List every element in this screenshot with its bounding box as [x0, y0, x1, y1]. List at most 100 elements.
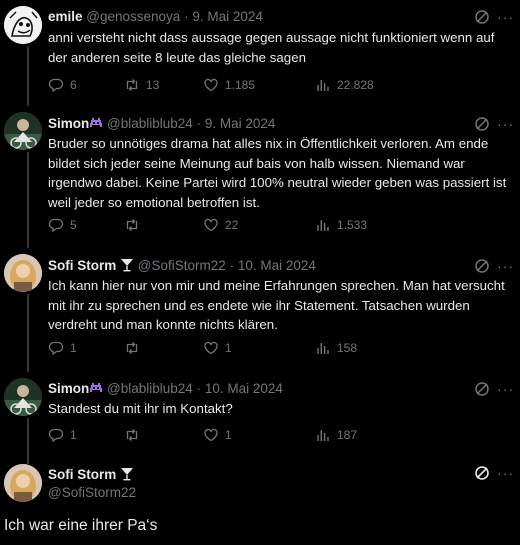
- retweet-icon: [126, 219, 138, 231]
- tweet-actions: 1 1 187: [48, 427, 518, 445]
- tweet-actions: 5 22 1.533: [48, 217, 518, 235]
- more-options-icon[interactable]: ···: [497, 382, 514, 396]
- author-handle[interactable]: @genossenoya: [86, 9, 180, 24]
- views-icon: [317, 430, 329, 441]
- view-count: 22.828: [337, 78, 374, 92]
- views-button[interactable]: 158: [315, 340, 357, 356]
- retweet-button[interactable]: 13: [124, 77, 159, 93]
- like-count: 1: [225, 341, 232, 355]
- like-button[interactable]: 1: [203, 340, 232, 356]
- reply-icon: [48, 78, 64, 93]
- reply-count: 1: [70, 341, 77, 355]
- avatar[interactable]: [4, 112, 42, 150]
- reply-icon: [48, 218, 64, 233]
- main-tweet[interactable]: Sofi Storm @SofiStorm22 ··· Ich war eine…: [0, 460, 520, 545]
- separator: ·: [196, 381, 202, 396]
- author-name[interactable]: Simon: [48, 116, 89, 131]
- separator: ·: [184, 9, 189, 24]
- tweet-header: Simon @blabliblub24 · 9. Mai 2024: [48, 115, 275, 133]
- avatar[interactable]: [4, 378, 42, 416]
- author-handle[interactable]: @SofiStorm22: [138, 258, 226, 273]
- like-count: 1: [225, 428, 232, 442]
- timestamp[interactable]: 10. Mai 2024: [205, 381, 283, 396]
- like-button[interactable]: 22: [203, 217, 238, 233]
- author-name[interactable]: Sofi Storm: [48, 258, 116, 273]
- like-count: 22: [225, 218, 239, 232]
- cocktail-glass-emoji-icon: [120, 467, 134, 481]
- author-name[interactable]: Simon: [48, 381, 89, 396]
- avatar[interactable]: [4, 6, 42, 44]
- reply-tweet[interactable]: Simon @blabliblub24 · 10. Mai 2024 ··· S…: [0, 372, 520, 460]
- more-options-icon[interactable]: ···: [497, 10, 514, 24]
- reply-button[interactable]: 5: [48, 217, 77, 233]
- author-handle[interactable]: @blabliblub24: [107, 381, 193, 396]
- retweet-icon: [126, 79, 138, 91]
- views-icon: [317, 343, 329, 354]
- more-options-icon[interactable]: ···: [497, 117, 514, 131]
- view-count: 187: [337, 428, 358, 442]
- reply-count: 5: [70, 218, 77, 232]
- author-name[interactable]: Sofi Storm: [48, 467, 116, 482]
- retweet-count: 13: [146, 78, 160, 92]
- like-button[interactable]: 1.185: [203, 77, 255, 93]
- retweet-icon: [126, 429, 138, 441]
- tweet-text: Ich kann hier nur von mir und meine Erfa…: [48, 278, 505, 332]
- view-count: 1.533: [337, 218, 368, 232]
- views-button[interactable]: 22.828: [315, 77, 374, 93]
- reply-icon: [48, 428, 64, 443]
- reply-tweet[interactable]: Sofi Storm @SofiStorm22 · 10. Mai 2024 ·…: [0, 248, 520, 374]
- heart-icon: [204, 218, 218, 232]
- grok-icon[interactable]: [474, 116, 490, 132]
- tweet-text: anni versteht nicht dass aussage gegen a…: [48, 30, 495, 65]
- avatar[interactable]: [4, 254, 42, 292]
- alien-monster-emoji-icon: [89, 116, 103, 130]
- timestamp[interactable]: 9. Mai 2024: [192, 9, 263, 24]
- views-button[interactable]: 1.533: [315, 217, 367, 233]
- grok-icon[interactable]: [474, 258, 490, 274]
- retweet-button[interactable]: [124, 217, 146, 233]
- heart-icon: [204, 428, 218, 442]
- reply-icon: [48, 341, 64, 356]
- retweet-button[interactable]: [124, 340, 146, 356]
- grok-icon[interactable]: [474, 381, 490, 397]
- views-icon: [317, 80, 329, 91]
- tweet-actions: 6 13 1.185 22.828: [48, 77, 518, 95]
- author-handle[interactable]: @SofiStorm22: [48, 484, 136, 502]
- author-handle[interactable]: @blabliblub24: [107, 116, 193, 131]
- grok-icon[interactable]: [474, 465, 490, 481]
- tweet-text: Bruder so unnötiges drama hat alles nix …: [48, 136, 507, 210]
- like-count: 1.185: [225, 78, 256, 92]
- separator: ·: [229, 258, 235, 273]
- grok-icon[interactable]: [474, 9, 490, 25]
- timestamp[interactable]: 10. Mai 2024: [238, 258, 316, 273]
- reply-count: 6: [70, 78, 77, 92]
- alien-monster-emoji-icon: [89, 381, 103, 395]
- reply-button[interactable]: 6: [48, 77, 77, 93]
- reply-button[interactable]: 1: [48, 340, 77, 356]
- reply-tweet[interactable]: emile @genossenoya · 9. Mai 2024 ··· ann…: [0, 0, 520, 106]
- separator: ·: [196, 116, 202, 131]
- tweet-header: Sofi Storm @SofiStorm22 · 10. Mai 2024: [48, 257, 316, 275]
- author-name[interactable]: emile: [48, 9, 83, 24]
- cocktail-glass-emoji-icon: [120, 258, 134, 272]
- like-button[interactable]: 1: [203, 427, 232, 443]
- view-count: 158: [337, 341, 358, 355]
- heart-icon: [204, 341, 218, 355]
- heart-icon: [204, 78, 218, 92]
- reply-tweet[interactable]: Simon @blabliblub24 · 9. Mai 2024 ··· Br…: [0, 106, 520, 252]
- views-button[interactable]: 187: [315, 427, 357, 443]
- more-options-icon[interactable]: ···: [497, 466, 514, 480]
- tweet-text: Ich war eine ihrer Pa‘s: [4, 517, 158, 534]
- tweet-actions: 1 1 158: [48, 340, 518, 358]
- retweet-button[interactable]: [124, 427, 146, 443]
- tweet-header: Sofi Storm @SofiStorm22: [48, 466, 136, 502]
- timestamp[interactable]: 9. Mai 2024: [205, 116, 276, 131]
- reply-count: 1: [70, 428, 77, 442]
- tweet-text: Standest du mit ihr im Kontakt?: [48, 401, 233, 416]
- more-options-icon[interactable]: ···: [497, 259, 514, 273]
- tweet-header: Simon @blabliblub24 · 10. Mai 2024: [48, 380, 283, 398]
- reply-button[interactable]: 1: [48, 427, 77, 443]
- tweet-header: emile @genossenoya · 9. Mai 2024: [48, 8, 263, 26]
- avatar[interactable]: [4, 464, 42, 502]
- views-icon: [317, 220, 329, 231]
